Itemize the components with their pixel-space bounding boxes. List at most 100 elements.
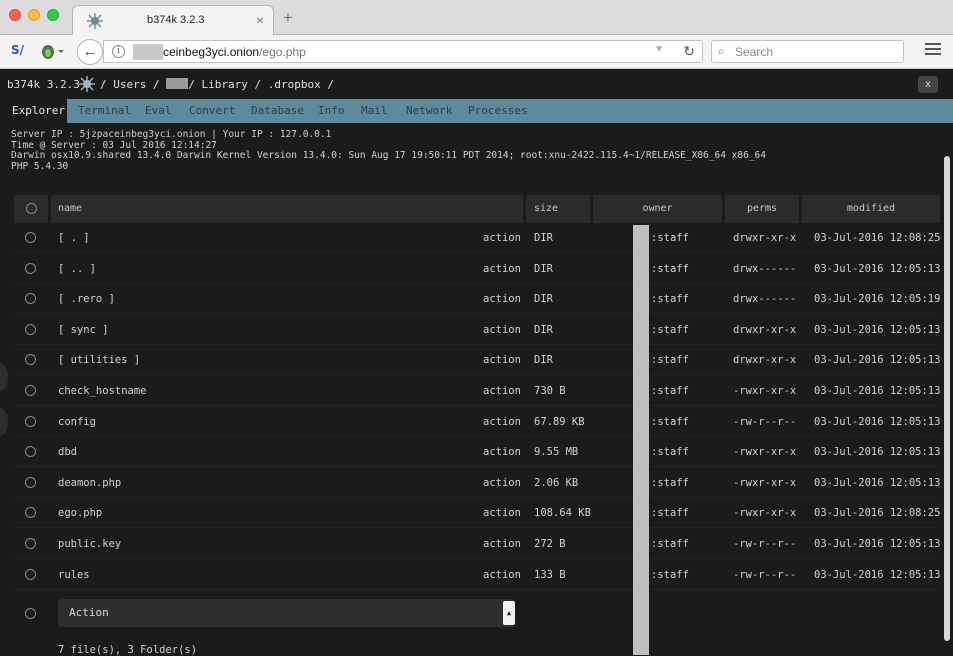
action-link[interactable]: action [483,407,521,437]
row-select-radio[interactable] [25,507,36,519]
crumb-dropbox[interactable]: .dropbox [268,78,321,91]
table-row[interactable]: [ utilities ] action DIR:staff drwxr-xr-x 03… [14,345,940,376]
minimize-window-button[interactable] [28,9,40,21]
file-size: DIR [534,293,553,306]
zoom-window-button[interactable] [47,9,59,21]
row-select-radio[interactable] [25,415,36,427]
info-icon[interactable]: i [112,45,125,58]
action-row-radio[interactable] [25,608,36,619]
table-row[interactable]: public.key action 272 B:staff -rw-r--r-- 03-… [14,529,940,559]
action-link[interactable]: action [483,376,521,406]
side-handle-lower[interactable] [0,408,8,436]
action-link[interactable]: action [483,529,521,559]
table-row[interactable]: [ . ] action DIR:staff drwxr-xr-x 03-Jul-201… [14,223,940,253]
action-link[interactable]: action [483,284,521,314]
action-select[interactable]: Action ▲ [58,599,515,627]
table-row[interactable]: rules action 133 B:staff -rw-r--r-- 03-Jul-2… [14,560,940,590]
action-link[interactable]: action [483,498,521,528]
header-owner[interactable]: owner [593,195,722,223]
close-window-button[interactable] [9,9,21,21]
table-row[interactable]: check_hostname action 730 B:staff -rwxr-xr-… [14,376,940,406]
file-name[interactable]: rules [58,560,90,590]
file-name[interactable]: deamon.php [58,468,121,498]
action-link[interactable]: action [483,560,521,590]
browser-navbar: S/ ← i ceinbeg3yci.onion/ego.php ▼ ↻ ⌕ S… [0,35,953,69]
row-select-radio[interactable] [25,354,36,366]
table-row[interactable]: [ .. ] action DIR:staff drwx------ 03-Jul-20… [14,254,940,284]
file-name[interactable]: dbd [58,437,77,467]
table-row[interactable]: deamon.php action 2.06 KB:staff -rwxr-xr-x 0… [14,468,940,498]
action-select-label: Action [69,606,109,619]
tab-mail[interactable]: Mail [361,99,388,123]
hamburger-menu-icon[interactable] [925,43,941,57]
search-box[interactable]: ⌕ Search [711,40,904,63]
row-select-radio[interactable] [25,385,36,396]
b374k-favicon-icon [87,13,103,29]
table-row[interactable]: dbd action 9.55 MB:staff -rwxr-xr-x 03-Jul-2… [14,437,940,468]
crumb-root[interactable]: / [100,78,107,91]
select-all-radio[interactable] [26,203,37,214]
file-size: DIR [534,323,553,336]
tab-processes[interactable]: Processes [468,99,528,123]
row-select-radio[interactable] [25,323,36,335]
file-modified: 03-Jul-2016 12:05:13 [814,568,941,581]
scrollbar[interactable] [944,156,950,641]
row-select-radio[interactable] [25,568,36,580]
kernel-line: Darwin osx10.9.shared 13.4.0 Darwin Kern… [11,150,766,161]
extension-s-icon[interactable]: S/ [11,43,29,59]
url-bar[interactable]: i ceinbeg3yci.onion/ego.php ▼ ↻ [103,40,703,63]
file-name[interactable]: [ .rero ] [58,284,115,314]
file-name[interactable]: config [58,407,96,437]
tab-eval[interactable]: Eval [145,99,172,123]
action-link[interactable]: action [483,437,521,467]
new-tab-button[interactable]: + [283,8,293,28]
header-modified[interactable]: modified [802,195,940,223]
tab-terminal[interactable]: Terminal [78,99,131,123]
tor-onion-icon[interactable] [40,42,66,60]
file-modified: 03-Jul-2016 12:05:13 [814,385,941,397]
action-link[interactable]: action [483,223,521,253]
file-owner: :staff [651,323,689,336]
reload-icon[interactable]: ↻ [683,43,695,60]
tab-info[interactable]: Info [318,99,345,123]
close-button[interactable]: x [918,76,938,93]
table-row[interactable]: [ sync ] action DIR:staff drwxr-xr-x 03-Jul-… [14,315,940,345]
header-perms[interactable]: perms [725,195,799,223]
file-name[interactable]: [ utilities ] [58,345,140,375]
file-name[interactable]: [ .. ] [58,254,96,284]
table-row[interactable]: ego.php action 108.64 KB:staff -rwxr-xr-x 03… [14,498,940,529]
table-row[interactable]: [ .rero ] action DIR:staff drwx------ 03-Jul… [14,284,940,315]
header-size[interactable]: size [526,195,590,223]
file-name[interactable]: check_hostname [58,376,147,406]
action-link[interactable]: action [483,315,521,345]
file-name[interactable]: ego.php [58,498,102,528]
action-link[interactable]: action [483,345,521,375]
tab-convert[interactable]: Convert [189,99,235,123]
row-select-radio[interactable] [25,476,36,488]
tab-explorer[interactable]: Explorer [0,99,67,123]
row-select-radio[interactable] [25,262,36,274]
row-select-radio[interactable] [25,293,36,305]
file-summary: 7 file(s), 3 Folder(s) [58,644,198,656]
header-name[interactable]: name [51,195,523,223]
url-dropdown-icon[interactable]: ▼ [654,44,664,55]
action-link[interactable]: action [483,254,521,284]
browser-titlebar: b374k 3.2.3 × + [0,0,953,36]
back-button[interactable]: ← [77,39,103,65]
file-name[interactable]: [ sync ] [58,315,109,345]
tab-close-icon[interactable]: × [256,12,264,28]
crumb-library[interactable]: Library [202,78,248,91]
select-arrow-icon[interactable]: ▲ [503,601,515,625]
tab-database[interactable]: Database [251,99,304,123]
file-name[interactable]: public.key [58,529,121,559]
browser-tab[interactable]: b374k 3.2.3 × [72,5,274,36]
row-select-radio[interactable] [25,538,36,549]
table-row[interactable]: config action 67.89 KB:staff -rw-r--r-- 03-J… [14,407,940,437]
side-handle-upper[interactable] [0,363,8,391]
tab-network[interactable]: Network [406,99,452,123]
row-select-radio[interactable] [25,232,36,243]
file-name[interactable]: [ . ] [58,223,90,253]
action-link[interactable]: action [483,468,521,498]
crumb-users[interactable]: Users [113,78,146,91]
row-select-radio[interactable] [25,446,36,458]
